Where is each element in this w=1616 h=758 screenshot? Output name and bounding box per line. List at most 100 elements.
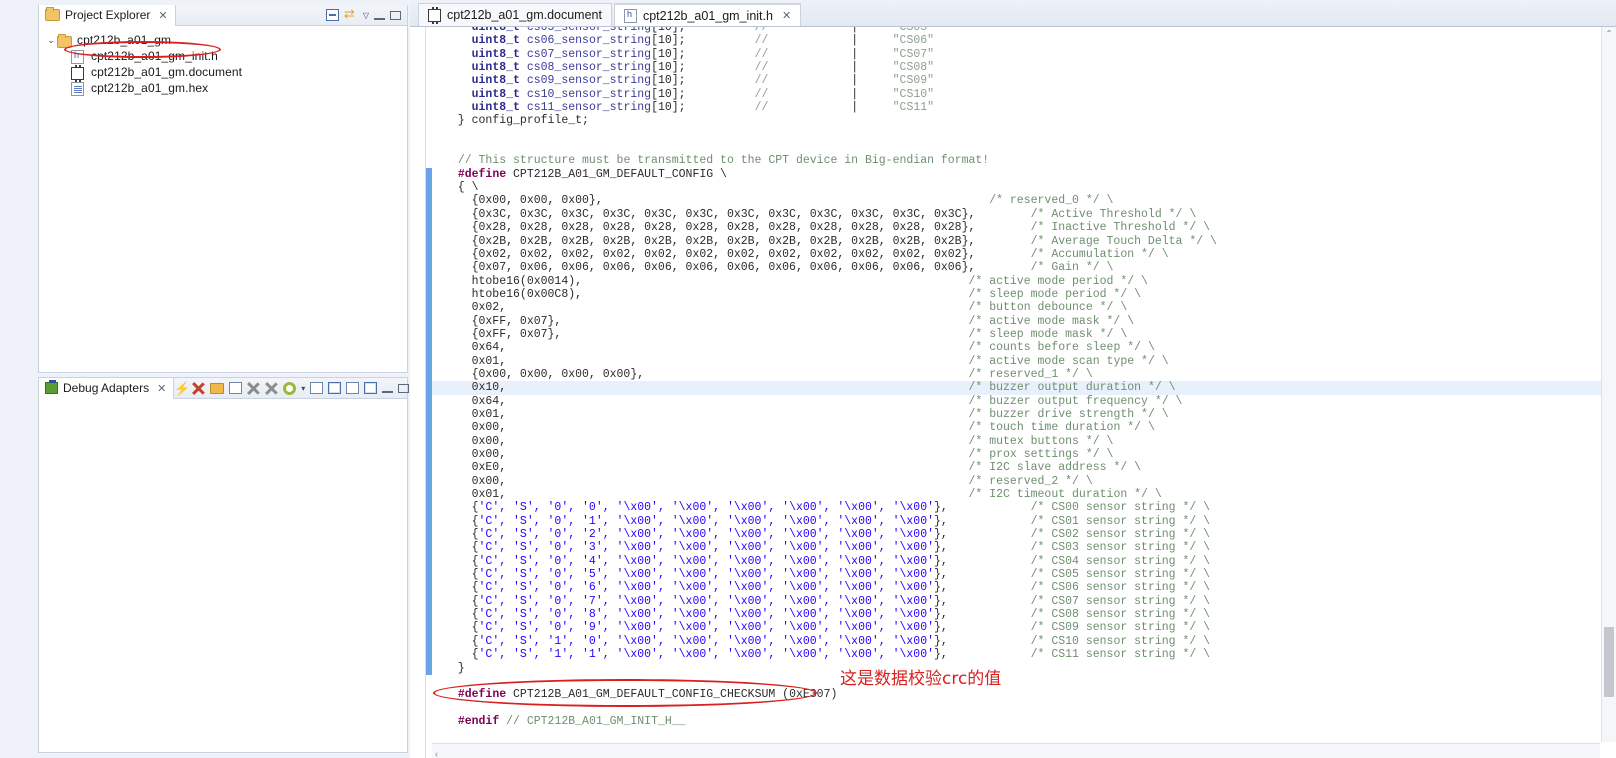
code-line[interactable]: {0x28, 0x28, 0x28, 0x28, 0x28, 0x28, 0x2… (432, 221, 1616, 234)
code-line[interactable]: 0x00, /* reserved_2 */ \ (432, 475, 1616, 488)
code-line[interactable]: uint8_t cs07_sensor_string[10]; // | "CS… (432, 48, 1616, 61)
code-token: /* CS11 sensor string */ \ (1030, 648, 1211, 662)
maximize-icon[interactable] (398, 383, 410, 393)
maximize-icon[interactable] (390, 10, 401, 20)
code-scroll-container[interactable]: uint8_t cs05_sensor_string[10]; // | "CS… (432, 27, 1616, 758)
scrollbar-thumb[interactable] (1604, 627, 1614, 697)
code-line[interactable]: {0xFF, 0x07}, /* active mode mask */ \ (432, 315, 1616, 328)
tree-item-init-header[interactable]: cpt212b_a01_gm_init.h (39, 48, 407, 64)
code-line[interactable]: uint8_t cs11_sensor_string[10]; // | "CS… (432, 101, 1616, 114)
edit-adapter-icon[interactable] (229, 382, 243, 394)
chip-document-icon (71, 64, 87, 82)
code-line[interactable]: uint8_t cs10_sensor_string[10]; // | "CS… (432, 88, 1616, 101)
code-line[interactable]: uint8_t cs06_sensor_string[10]; // | "CS… (432, 34, 1616, 47)
minimize-icon[interactable] (382, 384, 394, 393)
code-line[interactable]: 0x01, /* active mode scan type */ \ (432, 355, 1616, 368)
code-line[interactable]: {'C', 'S', '0', '9', '\x00', '\x00', '\x… (432, 621, 1616, 634)
code-line[interactable]: uint8_t cs05_sensor_string[10]; // | "CS… (432, 27, 1616, 34)
editor-area: cpt212b_a01_gm.document cpt212b_a01_gm_i… (410, 0, 1616, 758)
code-line[interactable]: {'C', 'S', '0', '6', '\x00', '\x00', '\x… (432, 581, 1616, 594)
code-line[interactable]: {'C', 'S', '0', '8', '\x00', '\x00', '\x… (432, 608, 1616, 621)
code-line[interactable]: {0x07, 0x06, 0x06, 0x06, 0x06, 0x06, 0x0… (432, 261, 1616, 274)
code-line[interactable]: {0x00, 0x00, 0x00, 0x00}, /* reserved_1 … (432, 368, 1616, 381)
code-line[interactable]: {0x3C, 0x3C, 0x3C, 0x3C, 0x3C, 0x3C, 0x3… (432, 208, 1616, 221)
source-code-text[interactable]: uint8_t cs05_sensor_string[10]; // | "CS… (432, 27, 1616, 728)
detail-view-icon[interactable] (328, 382, 342, 394)
chevron-down-icon[interactable]: ⌄ (45, 35, 57, 46)
editor-tab-document[interactable]: cpt212b_a01_gm.document (418, 3, 612, 26)
code-line[interactable]: htobe16(0x00C8), /* sleep mode period */… (432, 288, 1616, 301)
view-menu-icon[interactable]: ▽ (363, 11, 369, 20)
code-line[interactable]: {'C', 'S', '0', '1', '\x00', '\x00', '\x… (432, 515, 1616, 528)
code-line[interactable] (432, 141, 1616, 154)
remove-adapter-icon[interactable] (247, 382, 260, 395)
editor-vertical-scrollbar[interactable]: ⌃ (1601, 27, 1616, 742)
close-icon[interactable]: ✕ (157, 382, 166, 395)
scroll-up-arrow-icon[interactable]: ⌃ (1602, 27, 1616, 41)
code-line[interactable]: #define CPT212B_A01_GM_DEFAULT_CONFIG \− (432, 168, 1616, 181)
code-line[interactable]: {0x2B, 0x2B, 0x2B, 0x2B, 0x2B, 0x2B, 0x2… (432, 235, 1616, 248)
code-line[interactable]: {'C', 'S', '0', '7', '\x00', '\x00', '\x… (432, 595, 1616, 608)
code-line[interactable]: 0x01, /* I2C timeout duration */ \ (432, 488, 1616, 501)
code-line[interactable]: #define CPT212B_A01_GM_DEFAULT_CONFIG_CH… (432, 688, 1616, 701)
close-icon[interactable]: ✕ (158, 9, 167, 22)
code-line[interactable]: 0x00, /* touch time duration */ \ (432, 421, 1616, 434)
debug-adapters-list[interactable] (39, 399, 407, 752)
collapse-all-icon[interactable] (346, 382, 360, 394)
code-line[interactable]: 0x10, /* buzzer output duration */ \ (432, 381, 1616, 395)
collapse-all-icon[interactable] (325, 9, 339, 21)
code-token: [10]; (651, 27, 686, 34)
code-line[interactable]: {'C', 'S', '0', '3', '\x00', '\x00', '\x… (432, 541, 1616, 554)
code-line[interactable] (432, 702, 1616, 715)
code-line[interactable]: {'C', 'S', '0', '5', '\x00', '\x00', '\x… (432, 568, 1616, 581)
code-line[interactable] (432, 128, 1616, 141)
editor-horizontal-scrollbar[interactable]: ‹ (432, 743, 1600, 758)
code-line[interactable]: 0x00, /* prox settings */ \ (432, 448, 1616, 461)
project-tree[interactable]: ⌄ cpt212b_a01_gm cpt212b_a01_gm_init.h (39, 26, 407, 372)
tree-item-project[interactable]: ⌄ cpt212b_a01_gm (39, 32, 407, 48)
code-line[interactable]: uint8_t cs09_sensor_string[10]; // | "CS… (432, 74, 1616, 87)
code-line[interactable]: #endif // CPT212B_A01_GM_INIT_H__ (432, 715, 1616, 728)
close-icon[interactable]: ✕ (782, 9, 791, 22)
adapter-menu-caret-icon[interactable]: ▾ (301, 384, 305, 393)
code-token: "CS05" (892, 27, 935, 34)
disconnect-adapter-icon[interactable] (192, 382, 205, 395)
project-explorer-tab[interactable]: Project Explorer ✕ (39, 4, 176, 26)
minimize-icon[interactable] (374, 11, 385, 20)
tree-item-hex[interactable]: cpt212b_a01_gm.hex (39, 80, 407, 96)
code-line[interactable] (432, 675, 1616, 688)
code-line[interactable]: htobe16(0x0014), /* active mode period *… (432, 275, 1616, 288)
expand-all-icon[interactable] (364, 382, 378, 394)
code-line[interactable]: 0x02, /* button debounce */ \ (432, 301, 1616, 314)
connect-adapter-icon[interactable]: ⚡ (174, 382, 190, 395)
folding-ruler[interactable] (410, 27, 426, 758)
scroll-left-arrow-icon[interactable]: ‹ (432, 747, 438, 758)
adapter-settings-gear-icon[interactable] (283, 381, 297, 395)
code-line[interactable]: } config_profile_t; (432, 114, 1616, 127)
code-editor[interactable]: uint8_t cs05_sensor_string[10]; // | "CS… (410, 27, 1616, 758)
remove-all-adapters-icon[interactable] (265, 382, 278, 395)
tree-item-document[interactable]: cpt212b_a01_gm.document (39, 64, 407, 82)
code-line[interactable]: 0x00, /* mutex buttons */ \ (432, 435, 1616, 448)
code-line[interactable]: {'C', 'S', '1', '0', '\x00', '\x00', '\x… (432, 635, 1616, 648)
code-line[interactable]: { \ (432, 181, 1616, 194)
code-line[interactable]: {'C', 'S', '0', '0', '\x00', '\x00', '\x… (432, 501, 1616, 514)
debug-adapters-tab[interactable]: Debug Adapters ✕ (39, 377, 175, 399)
code-line[interactable]: 0x01, /* buzzer drive strength */ \ (432, 408, 1616, 421)
code-line[interactable]: uint8_t cs08_sensor_string[10]; // | "CS… (432, 61, 1616, 74)
list-view-icon[interactable] (310, 382, 324, 394)
code-line[interactable]: 0xE0, /* I2C slave address */ \ (432, 461, 1616, 474)
code-line[interactable]: // This structure must be transmitted to… (432, 154, 1616, 167)
code-line[interactable]: {0x00, 0x00, 0x00}, /* reserved_0 */ \ (432, 194, 1616, 207)
code-line[interactable]: 0x64, /* counts before sleep */ \ (432, 341, 1616, 354)
code-line[interactable]: {'C', 'S', '1', '1', '\x00', '\x00', '\x… (432, 648, 1616, 661)
code-line[interactable]: {'C', 'S', '0', '4', '\x00', '\x00', '\x… (432, 555, 1616, 568)
code-line[interactable]: {'C', 'S', '0', '2', '\x00', '\x00', '\x… (432, 528, 1616, 541)
editor-tab-init-header[interactable]: cpt212b_a01_gm_init.h ✕ (613, 3, 802, 26)
browse-adapter-icon[interactable] (210, 382, 225, 394)
code-line[interactable]: 0x64, /* buzzer output frequency */ \ (432, 395, 1616, 408)
link-with-editor-icon[interactable] (344, 6, 358, 22)
code-line[interactable]: {0x02, 0x02, 0x02, 0x02, 0x02, 0x02, 0x0… (432, 248, 1616, 261)
code-line[interactable]: {0xFF, 0x07}, /* sleep mode mask */ \ (432, 328, 1616, 341)
code-line[interactable]: } (432, 662, 1616, 675)
